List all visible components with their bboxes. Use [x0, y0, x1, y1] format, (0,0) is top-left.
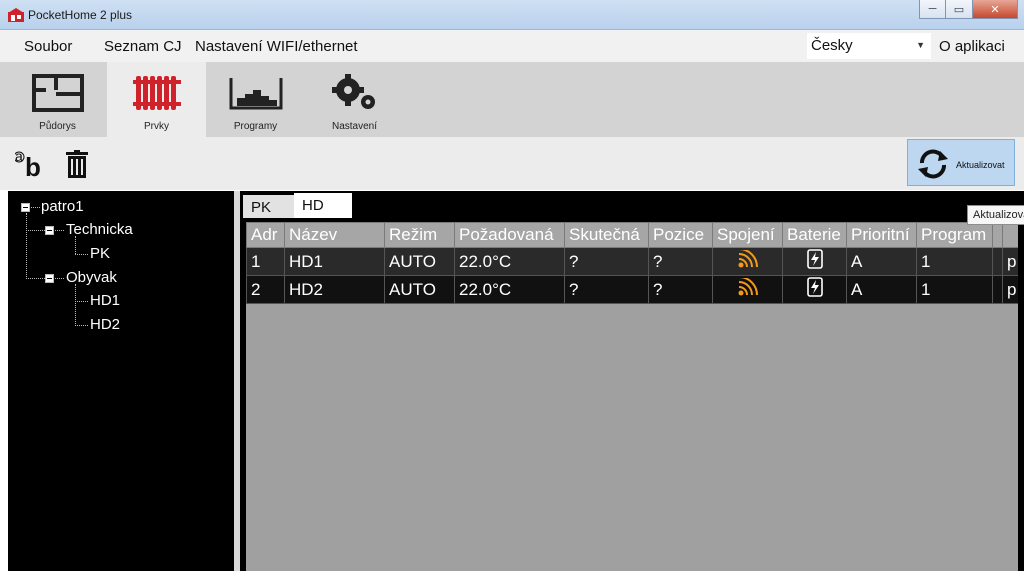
ribbon: Půdorys Prvky Programy Nastavení — [0, 62, 1024, 137]
cell-program: 1 — [916, 247, 993, 276]
grid-edge — [1018, 222, 1024, 571]
cell-adr: 1 — [246, 247, 285, 276]
cell-extra — [992, 275, 1003, 304]
tab-label: Programy — [233, 121, 278, 132]
tree-node-device[interactable]: HD1 — [90, 292, 120, 309]
chevron-down-icon: ▼ — [916, 40, 925, 50]
refresh-tooltip: Aktualizovat — [967, 205, 1024, 225]
menu-network[interactable]: Nastavení WIFI/ethernet — [195, 38, 358, 55]
column-header[interactable]: Prioritní — [846, 222, 917, 248]
minimize-button[interactable]: ─ — [919, 0, 946, 19]
floorplan-icon — [31, 74, 84, 112]
cell-position: ? — [648, 247, 713, 276]
programs-chart-icon — [229, 78, 282, 110]
device-grid-area: Adr Název Režim Požadovaná Skutečná Pozi… — [246, 222, 1024, 571]
tab-label: Prvky — [144, 121, 169, 132]
tree-node-room[interactable]: Technicka — [66, 221, 133, 238]
collapse-toggle[interactable] — [45, 274, 54, 283]
device-panel: PK HD Adr Název Režim Požadovaná Skutečn… — [240, 191, 1024, 571]
table-row[interactable]: 2 HD2 AUTO 22.0°C ? ? A 1 p — [246, 275, 1022, 304]
column-header[interactable]: Režim — [384, 222, 455, 248]
tab-label: Nastavení — [331, 121, 378, 132]
cell-battery — [782, 275, 847, 304]
tree-node-floor[interactable]: patro1 — [41, 198, 84, 215]
trash-icon[interactable] — [66, 150, 88, 178]
cell-battery — [782, 247, 847, 276]
collapse-toggle[interactable] — [45, 226, 54, 235]
cell-mode: AUTO — [384, 275, 455, 304]
signal-icon — [738, 276, 758, 296]
column-header[interactable]: Skutečná — [564, 222, 649, 248]
tab-programs[interactable]: Programy — [206, 62, 305, 137]
cell-mode: AUTO — [384, 247, 455, 276]
column-header[interactable]: Program — [916, 222, 993, 248]
device-grid: Adr Název Režim Požadovaná Skutečná Pozi… — [246, 222, 1022, 304]
column-header[interactable]: Požadovaná — [454, 222, 565, 248]
battery-icon — [806, 277, 823, 297]
maximize-button[interactable]: ▭ — [946, 0, 973, 19]
column-header[interactable]: Spojení — [712, 222, 783, 248]
column-header[interactable]: Baterie — [782, 222, 847, 248]
language-select[interactable]: Česky ▼ — [807, 33, 931, 59]
column-header[interactable]: Pozice — [648, 222, 713, 248]
menu-list[interactable]: Seznam CJ — [104, 38, 182, 55]
signal-icon — [738, 248, 758, 268]
radiator-icon — [132, 76, 181, 110]
cell-target: 22.0°C — [454, 247, 565, 276]
tree-node-device[interactable]: HD2 — [90, 316, 120, 333]
collapse-toggle[interactable] — [21, 203, 30, 212]
cell-connection — [712, 247, 783, 276]
column-header[interactable]: Název — [284, 222, 385, 248]
tree-node-room[interactable]: Obyvak — [66, 269, 117, 286]
menu-file[interactable]: Soubor — [24, 38, 72, 55]
cell-connection — [712, 275, 783, 304]
table-row[interactable]: 1 HD1 AUTO 22.0°C ? ? A 1 p — [246, 247, 1022, 276]
app-logo-icon — [8, 8, 24, 22]
close-button[interactable]: ✕ — [973, 0, 1018, 19]
cell-actual: ? — [564, 275, 649, 304]
cell-name: HD2 — [284, 275, 385, 304]
battery-icon — [806, 249, 823, 269]
cell-position: ? — [648, 275, 713, 304]
cell-extra — [992, 247, 1003, 276]
window-titlebar: PocketHome 2 plus ─ ▭ ✕ — [0, 0, 1024, 30]
refresh-icon — [918, 149, 948, 179]
tab-elements[interactable]: Prvky — [107, 62, 206, 137]
tab-hd[interactable]: HD — [294, 193, 352, 218]
refresh-label: Aktualizovat — [956, 160, 1005, 170]
svg-text:b: b — [25, 152, 41, 178]
cell-actual: ? — [564, 247, 649, 276]
tree-node-device[interactable]: PK — [90, 245, 110, 262]
refresh-button[interactable]: Aktualizovat — [907, 139, 1015, 186]
tab-floorplan[interactable]: Půdorys — [8, 62, 107, 137]
tab-pk[interactable]: PK — [243, 195, 296, 218]
column-header[interactable]: Adr — [246, 222, 285, 248]
cell-target: 22.0°C — [454, 275, 565, 304]
cell-name: HD1 — [284, 247, 385, 276]
column-header[interactable] — [992, 222, 1003, 248]
menu-about[interactable]: O aplikaci — [939, 38, 1005, 55]
tab-label: Půdorys — [39, 121, 76, 132]
tab-settings[interactable]: Nastavení — [305, 62, 404, 137]
toolbar: a b Aktualizovat — [0, 137, 1024, 190]
window-title: PocketHome 2 plus — [28, 8, 133, 22]
gears-icon — [331, 74, 375, 109]
language-value: Česky — [811, 37, 853, 54]
device-tree[interactable]: patro1 Technicka PK Obyvak HD1 HD2 — [8, 191, 234, 571]
cell-priority: A — [846, 247, 917, 276]
cell-program: 1 — [916, 275, 993, 304]
rename-icon[interactable]: a b — [15, 148, 47, 178]
cell-adr: 2 — [246, 275, 285, 304]
cell-priority: A — [846, 275, 917, 304]
